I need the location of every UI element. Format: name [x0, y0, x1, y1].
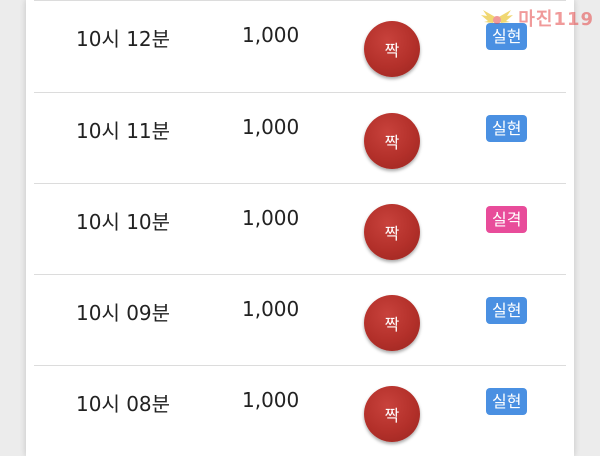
table-row: 10시 11분 1,000 짝 실현 — [34, 92, 566, 183]
result-ball: 짝 — [364, 295, 420, 351]
round-time: 10시 08분 — [76, 392, 171, 416]
result-ball: 짝 — [364, 21, 420, 77]
result-ball: 짝 — [364, 113, 420, 169]
table-row: 10시 09분 1,000 짝 실현 — [34, 274, 566, 365]
table-row: 10시 10분 1,000 짝 실격 — [34, 183, 566, 274]
table-row: 10시 08분 1,000 짝 실현 — [34, 365, 566, 456]
round-time: 10시 11분 — [76, 119, 171, 143]
bet-amount: 1,000 — [242, 115, 300, 139]
round-time: 10시 12분 — [76, 27, 171, 51]
status-badge: 실현 — [486, 297, 528, 324]
round-time: 10시 10분 — [76, 210, 171, 234]
result-ball: 짝 — [364, 204, 420, 260]
status-badge: 실현 — [486, 115, 528, 142]
wings-icon — [481, 10, 514, 24]
result-ball: 짝 — [364, 386, 420, 442]
bet-amount: 1,000 — [242, 206, 300, 230]
round-time: 10시 09분 — [76, 301, 171, 325]
history-panel: 10시 12분 1,000 짝 실현 10시 11분 1,000 짝 실현 10… — [26, 0, 574, 456]
bet-history-list: 10시 12분 1,000 짝 실현 10시 11분 1,000 짝 실현 10… — [34, 0, 566, 456]
bet-amount: 1,000 — [242, 297, 300, 321]
watermark-text: 마진119 — [518, 9, 594, 30]
bet-amount: 1,000 — [242, 388, 300, 412]
status-badge: 실현 — [486, 388, 528, 415]
status-badge: 실격 — [486, 206, 528, 233]
bet-amount: 1,000 — [242, 23, 300, 47]
site-watermark: 마진119 — [480, 4, 594, 32]
